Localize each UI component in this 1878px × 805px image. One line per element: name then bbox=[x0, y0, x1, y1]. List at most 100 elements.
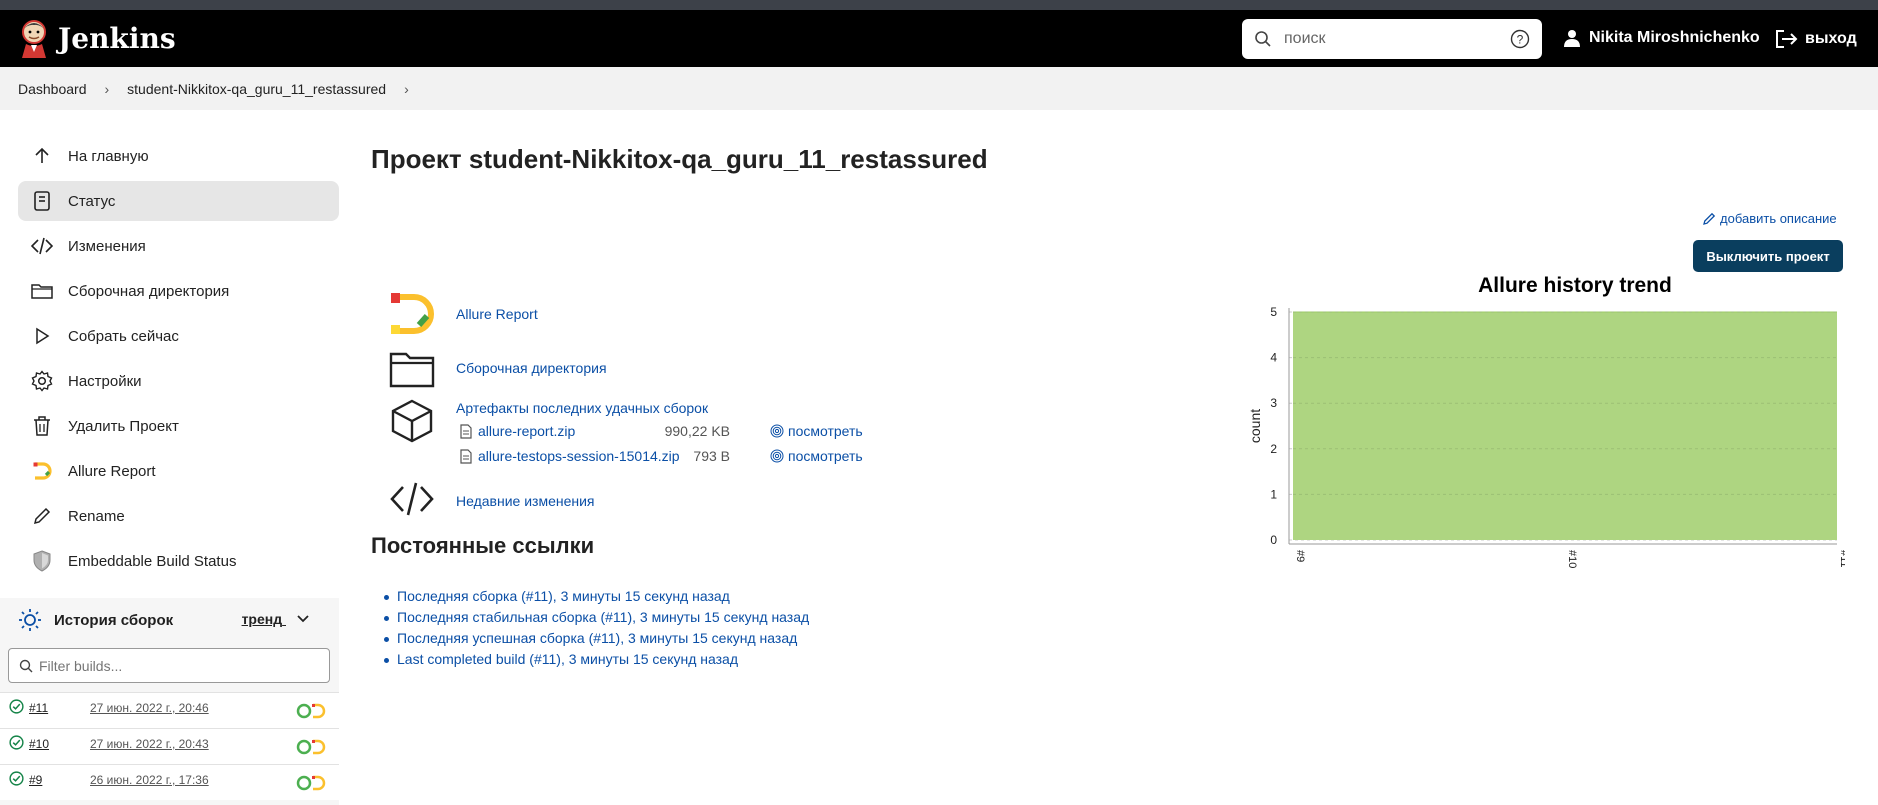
shield-icon bbox=[30, 549, 54, 573]
filter-builds-input[interactable] bbox=[39, 656, 319, 676]
logout-label: выход bbox=[1805, 30, 1857, 47]
folder-icon[interactable] bbox=[389, 346, 435, 392]
recent-changes-link[interactable]: Недавние изменения bbox=[456, 493, 595, 509]
user-name: Nikita Miroshnichenko bbox=[1589, 29, 1760, 46]
sidebar-item-label: Статус bbox=[68, 192, 116, 210]
permalink-text[interactable]: Last completed build (#11), 3 минуты 15 … bbox=[397, 651, 738, 667]
permalink-item[interactable]: Last completed build (#11), 3 минуты 15 … bbox=[383, 651, 809, 672]
build-date[interactable]: 27 июн. 2022 г., 20:46 bbox=[90, 701, 209, 715]
sidebar-item-label: Сборочная директория bbox=[68, 282, 230, 300]
allure-report-icon[interactable] bbox=[389, 291, 435, 337]
breadcrumb-project[interactable]: student-Nikkitox-qa_guru_11_restassured bbox=[127, 81, 386, 97]
user-menu[interactable]: Nikita Miroshnichenko bbox=[1563, 29, 1760, 47]
permalink-item[interactable]: Последняя успешная сборка (#11), 3 минут… bbox=[383, 630, 809, 651]
sun-icon bbox=[19, 609, 41, 631]
build-number[interactable]: #9 bbox=[29, 773, 42, 787]
artifact-view-link[interactable]: посмотреть bbox=[770, 423, 863, 439]
build-row[interactable]: #11 27 июн. 2022 г., 20:46 bbox=[0, 692, 339, 728]
search-box[interactable]: ? bbox=[1242, 19, 1542, 59]
chart-y-tick-label: 5 bbox=[1270, 305, 1277, 319]
search-icon bbox=[1255, 31, 1271, 47]
trend-chart-svg: 0 1 2 3 4 5 #9 #10 #11 count bbox=[1247, 305, 1845, 568]
allure-icon bbox=[30, 459, 54, 483]
permalink-text[interactable]: Последняя стабильная сборка (#11), 3 мин… bbox=[397, 609, 809, 625]
workspace-link[interactable]: Сборочная директория bbox=[456, 360, 607, 376]
breadcrumb-dashboard[interactable]: Dashboard bbox=[18, 81, 87, 97]
code-icon bbox=[30, 234, 54, 258]
build-row[interactable]: #10 27 июн. 2022 г., 20:43 bbox=[0, 728, 339, 764]
build-number[interactable]: #11 bbox=[29, 701, 48, 715]
sidebar-item-allure-report[interactable]: Allure Report bbox=[18, 451, 339, 491]
permalink-text[interactable]: Последняя успешная сборка (#11), 3 минут… bbox=[397, 630, 797, 646]
trend-label: тренд bbox=[241, 611, 283, 627]
sidebar-item-build-now[interactable]: Собрать сейчас bbox=[18, 316, 339, 356]
allure-report-link[interactable]: Allure Report bbox=[456, 306, 538, 322]
build-date[interactable]: 26 июн. 2022 г., 17:36 bbox=[90, 773, 209, 787]
chart-y-tick-label: 0 bbox=[1270, 533, 1277, 547]
chart-y-tick-label: 3 bbox=[1270, 396, 1277, 410]
allure-report-badge-icon[interactable] bbox=[296, 739, 328, 755]
build-history-header: История сборок тренд bbox=[18, 608, 318, 632]
search-input[interactable] bbox=[1284, 25, 1504, 53]
permalink-item[interactable]: Последняя стабильная сборка (#11), 3 мин… bbox=[383, 609, 809, 630]
sidebar: На главную Статус Изменения Сборочная ди… bbox=[18, 136, 339, 586]
sidebar-item-configure[interactable]: Настройки bbox=[18, 361, 339, 401]
permalink-text[interactable]: Последняя сборка (#11), 3 минуты 15 секу… bbox=[397, 588, 730, 604]
chevron-down-icon bbox=[297, 615, 309, 623]
allure-report-badge-icon[interactable] bbox=[296, 775, 328, 791]
sidebar-item-label: На главную bbox=[68, 147, 149, 165]
help-icon[interactable]: ? bbox=[1510, 29, 1530, 49]
artifact-size: 793 B bbox=[693, 448, 730, 464]
allure-report-badge-icon[interactable] bbox=[296, 703, 328, 719]
add-description-link[interactable]: добавить описание bbox=[1702, 211, 1837, 226]
chart-y-axis-label: count bbox=[1247, 409, 1263, 443]
build-date[interactable]: 27 июн. 2022 г., 20:43 bbox=[90, 737, 209, 751]
sidebar-item-status[interactable]: Статус bbox=[18, 181, 339, 221]
browser-top-strip bbox=[0, 0, 1878, 10]
search-icon bbox=[19, 659, 33, 673]
document-icon bbox=[30, 189, 54, 213]
sidebar-item-embeddable-status[interactable]: Embeddable Build Status bbox=[18, 541, 339, 581]
permalink-item[interactable]: Последняя сборка (#11), 3 минуты 15 секу… bbox=[383, 588, 809, 609]
sidebar-item-changes[interactable]: Изменения bbox=[18, 226, 339, 266]
artifact-view-label: посмотреть bbox=[788, 423, 863, 439]
sidebar-item-home[interactable]: На главную bbox=[18, 136, 339, 176]
chevron-right-icon[interactable]: › bbox=[404, 81, 409, 97]
chart-y-tick-label: 1 bbox=[1270, 487, 1277, 501]
sidebar-item-label: Embeddable Build Status bbox=[68, 552, 237, 570]
chart-y-tick-label: 4 bbox=[1270, 351, 1277, 365]
success-check-icon bbox=[9, 699, 24, 714]
build-history-title: История сборок bbox=[54, 611, 174, 629]
sidebar-item-label: Изменения bbox=[68, 237, 146, 255]
app-title: Jenkins bbox=[58, 21, 176, 55]
top-header: Jenkins ? Nikita Miroshnichenko выход bbox=[0, 10, 1878, 67]
jenkins-butler-icon bbox=[22, 20, 46, 58]
build-row[interactable]: #9 26 июн. 2022 г., 17:36 bbox=[0, 764, 339, 800]
filter-builds-box[interactable] bbox=[8, 648, 330, 683]
jenkins-logo[interactable]: Jenkins bbox=[18, 18, 176, 58]
logout-button[interactable]: выход bbox=[1775, 29, 1857, 49]
code-icon[interactable] bbox=[389, 476, 435, 522]
artifact-view-link[interactable]: посмотреть bbox=[770, 448, 863, 464]
build-history-panel: История сборок тренд #11 27 июн. 2022 г.… bbox=[0, 598, 339, 805]
pencil-icon bbox=[30, 504, 54, 528]
folder-icon bbox=[30, 279, 54, 303]
artifact-name[interactable]: allure-report.zip bbox=[478, 423, 575, 439]
sidebar-item-rename[interactable]: Rename bbox=[18, 496, 339, 536]
build-number[interactable]: #10 bbox=[29, 737, 49, 751]
disable-project-button[interactable]: Выключить проект bbox=[1693, 240, 1843, 272]
add-description-label: добавить описание bbox=[1720, 211, 1837, 226]
allure-trend-chart[interactable]: Allure history trend 0 1 2 3 4 5 #9 #10 #11 count bbox=[1245, 270, 1845, 580]
file-icon bbox=[460, 424, 472, 439]
trend-link[interactable]: тренд bbox=[242, 611, 310, 627]
chart-series-area bbox=[1293, 312, 1837, 540]
sidebar-item-delete[interactable]: Удалить Проект bbox=[18, 406, 339, 446]
sidebar-item-workspace[interactable]: Сборочная директория bbox=[18, 271, 339, 311]
sidebar-item-label: Удалить Проект bbox=[68, 417, 179, 435]
play-icon bbox=[30, 324, 54, 348]
artifacts-link[interactable]: Артефакты последних удачных сборок bbox=[456, 400, 708, 416]
sidebar-item-label: Собрать сейчас bbox=[68, 327, 179, 345]
success-check-icon bbox=[9, 735, 24, 750]
fingerprint-icon bbox=[770, 449, 784, 463]
svg-text:?: ? bbox=[1517, 33, 1524, 47]
